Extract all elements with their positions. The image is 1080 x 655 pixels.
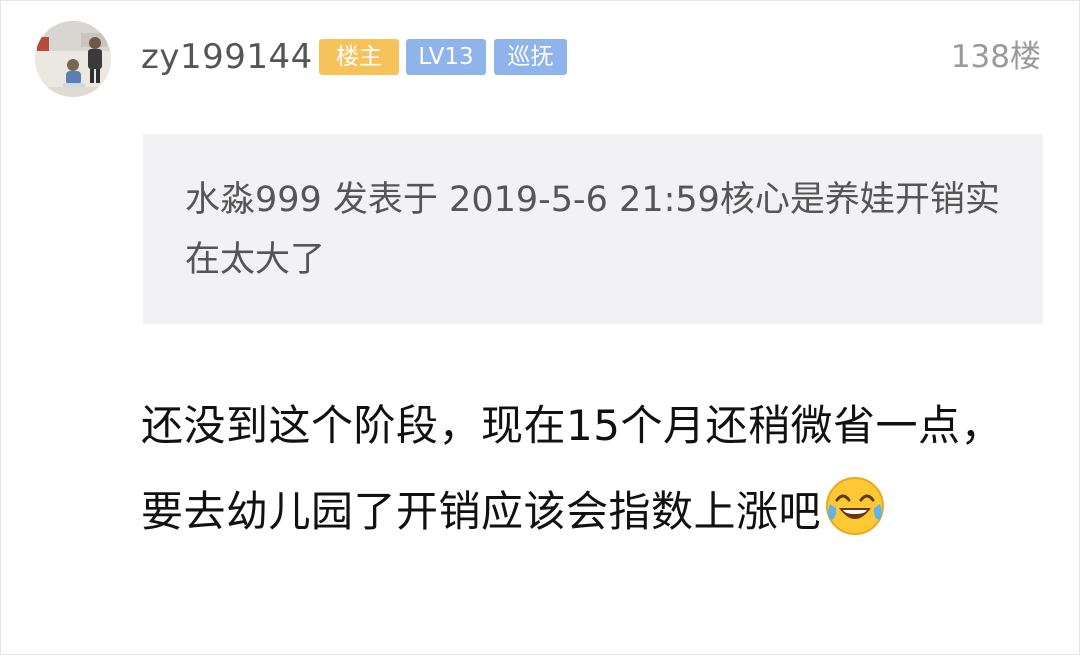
quote-text: 水淼999 发表于 2019-5-6 21:59核心是养娃开销实在太大了 [185,180,1000,280]
floor-number: 138楼 [950,39,1041,75]
role-badge: 巡抚 [494,39,567,75]
owner-badge: 楼主 [319,39,399,75]
avatar[interactable] [35,21,111,97]
username[interactable]: zy199144 [141,35,313,79]
level-badge: LV13 [406,39,486,75]
post-card: zy199144 楼主 LV13 巡抚 138楼 水淼999 发表于 2019-… [0,0,1080,655]
post-content: 还没到这个阶段，现在15个月还稍微省一点，要去幼儿园了开销应该会指数上涨吧 [141,383,1021,555]
avatar-photo-icon [35,21,111,97]
laughing-crying-emoji-icon [823,474,887,538]
quote-block: 水淼999 发表于 2019-5-6 21:59核心是养娃开销实在太大了 [143,134,1043,324]
